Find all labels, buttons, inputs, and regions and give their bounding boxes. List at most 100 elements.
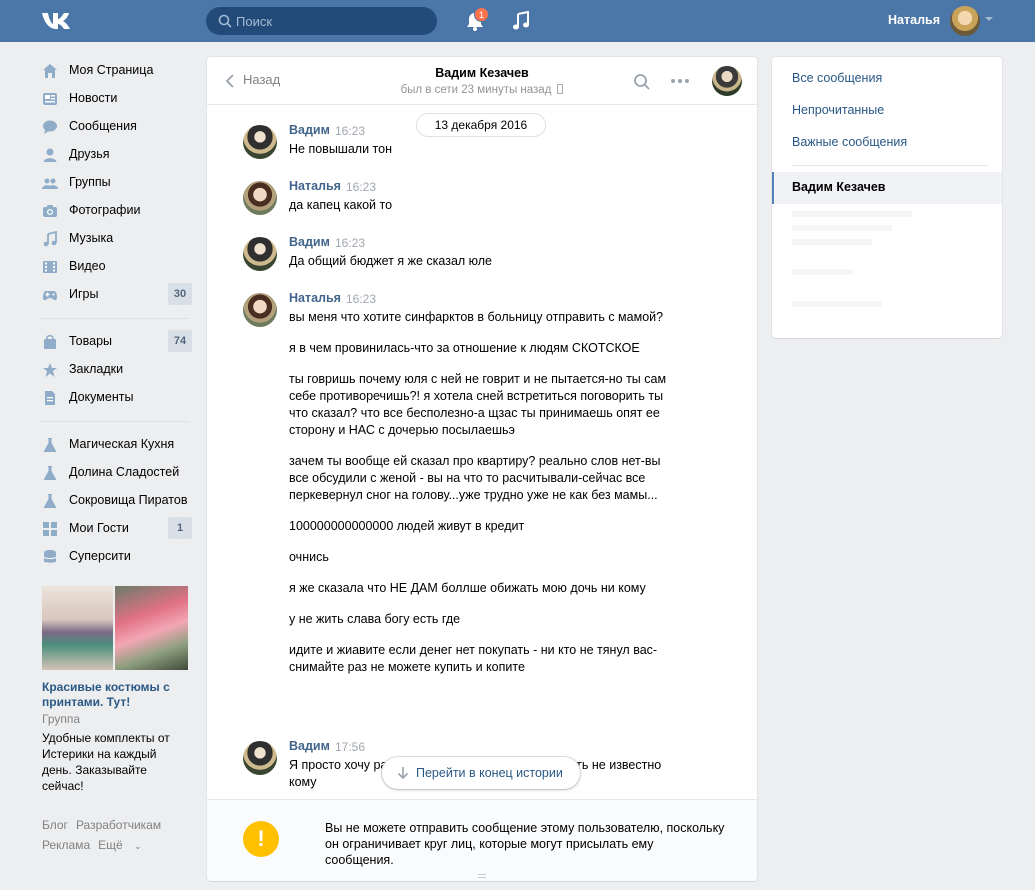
music-icon: [43, 231, 57, 247]
active-dialog-item[interactable]: Вадим Кезачев: [772, 172, 1002, 204]
footer-link-developers[interactable]: Разработчикам: [76, 818, 161, 832]
nav-item-app-magic-kitchen[interactable]: Магическая Кухня: [40, 430, 192, 458]
mobile-phone-icon: [557, 84, 564, 94]
ad-images[interactable]: [42, 586, 188, 670]
nav-item-bookmarks[interactable]: Закладки: [40, 355, 192, 383]
message-paragraph: зачем ты вообще ей сказал про квартиру? …: [289, 454, 661, 502]
peer-avatar[interactable]: [712, 66, 742, 96]
flask-icon: [43, 466, 57, 480]
message-paragraph: да капец какой то: [289, 198, 393, 212]
blocked-notice: Вы не можете отправить сообщение этому п…: [325, 821, 725, 867]
vk-logo-icon[interactable]: [40, 9, 76, 33]
nav-label: Группы: [69, 175, 111, 189]
nav-item-friends[interactable]: Друзья: [40, 140, 192, 168]
composer-blocked-area: ! Вы не можете отправить сообщение этому…: [207, 799, 757, 881]
message-history[interactable]: Вадим 16:23 Не повышали тон Наталья 16:2…: [207, 105, 757, 799]
nav-label: Товары: [69, 334, 112, 348]
footer-more-label: Ещё: [98, 838, 123, 852]
search-box[interactable]: [206, 7, 437, 35]
nav-item-news[interactable]: Новости: [40, 84, 192, 112]
nav-label: Долина Сладостей: [69, 465, 180, 479]
avatar[interactable]: [243, 293, 277, 327]
message-author[interactable]: Вадим: [289, 123, 330, 137]
message-time: 16:23: [346, 180, 377, 194]
notifications-badge: 1: [474, 7, 489, 22]
gamepad-icon: [42, 291, 58, 301]
home-icon: [43, 64, 57, 78]
avatar[interactable]: [243, 125, 277, 159]
nav-item-app-my-guests[interactable]: Мои Гости 1: [40, 514, 192, 542]
ad-title[interactable]: Красивые костюмы с принтами. Тут!: [42, 680, 188, 710]
nav-item-video[interactable]: Видео: [40, 252, 192, 280]
nav-item-app-pirate-treasures[interactable]: Сокровища Пиратов: [40, 486, 192, 514]
ad-block[interactable]: Красивые костюмы с принтами. Тут! Группа…: [42, 586, 188, 794]
warning-icon: !: [243, 821, 279, 857]
ad-description: Удобные комплекты от Истерики на каждый …: [42, 731, 170, 793]
placeholder-line: [792, 239, 872, 245]
nav-label: Сокровища Пиратов: [69, 493, 188, 507]
guests-count-badge: 1: [168, 517, 192, 539]
nav-label: Игры: [69, 287, 99, 301]
chevron-down-icon[interactable]: [985, 17, 993, 21]
nav-item-my-page[interactable]: Моя Страница: [40, 56, 192, 84]
jump-to-end-button[interactable]: Перейти в конец истории: [382, 757, 580, 789]
resize-handle[interactable]: [478, 874, 486, 878]
nav-divider: [40, 421, 190, 422]
message-text: Да общий бюджет я же сказал юле: [289, 253, 669, 284]
nav-item-photos[interactable]: Фотографии: [40, 196, 192, 224]
nav-label: Мои Гости: [69, 521, 129, 535]
peer-status: был в сети 23 минуты назад: [207, 84, 757, 96]
more-dots-icon[interactable]: [670, 78, 690, 84]
footer-link-more[interactable]: Ещё ⌄: [98, 838, 149, 852]
music-note-icon[interactable]: [511, 11, 531, 31]
top-header: 1 Наталья: [0, 0, 1035, 42]
peer-status-text: был в сети 23 минуты назад: [400, 84, 552, 96]
message-paragraph: Не повышали тон: [289, 142, 392, 156]
message-author[interactable]: Вадим: [289, 235, 330, 249]
ad-type: Группа: [42, 712, 81, 726]
footer-link-blog[interactable]: Блог: [42, 818, 68, 832]
camera-icon: [43, 205, 57, 217]
ad-image[interactable]: [42, 586, 113, 670]
bag-icon: [44, 334, 56, 349]
search-icon[interactable]: [633, 73, 651, 91]
message-paragraph: Да общий бюджет я же сказал юле: [289, 254, 493, 268]
user-name[interactable]: Наталья: [860, 13, 940, 27]
filter-important[interactable]: Важные сообщения: [792, 135, 907, 149]
message-text: вы меня что хотите синфарктов в больницу…: [289, 309, 669, 690]
user-avatar[interactable]: [950, 6, 980, 36]
filter-all-messages[interactable]: Все сообщения: [792, 71, 882, 85]
nav-item-documents[interactable]: Документы: [40, 383, 192, 411]
chat-panel: Назад Вадим Кезачев был в сети 23 минуты…: [207, 57, 757, 881]
footer-link-ads[interactable]: Реклама: [42, 838, 90, 852]
groups-icon: [42, 178, 58, 189]
avatar[interactable]: [243, 181, 277, 215]
news-icon: [43, 93, 57, 105]
nav-item-app-sweets-valley[interactable]: Долина Сладостей: [40, 458, 192, 486]
jump-label: Перейти в конец истории: [416, 766, 563, 780]
panel-divider: [792, 165, 988, 166]
footer-links: Блог Разработчикам Реклама Ещё ⌄: [42, 815, 192, 856]
nav-item-goods[interactable]: Товары 74: [40, 327, 192, 355]
message-time: 16:23: [335, 236, 366, 250]
nav-item-games[interactable]: Игры 30: [40, 280, 192, 308]
nav-divider: [40, 318, 190, 319]
flask-icon: [43, 494, 57, 508]
message-author[interactable]: Наталья: [289, 179, 341, 193]
nav-item-music[interactable]: Музыка: [40, 224, 192, 252]
message-author[interactable]: Наталья: [289, 291, 341, 305]
nav-item-app-supercity[interactable]: Суперсити: [40, 542, 192, 570]
search-input[interactable]: [236, 7, 431, 35]
filter-unread[interactable]: Непрочитанные: [792, 103, 884, 117]
message-author[interactable]: Вадим: [289, 739, 330, 753]
games-count-badge: 30: [168, 283, 192, 305]
avatar[interactable]: [243, 741, 277, 775]
ad-image[interactable]: [115, 586, 188, 670]
nav-label: Видео: [69, 259, 106, 273]
message-time: 17:56: [335, 740, 366, 754]
nav-label: Сообщения: [69, 119, 137, 133]
nav-item-groups[interactable]: Группы: [40, 168, 192, 196]
date-separator: 13 декабря 2016: [416, 113, 546, 137]
nav-item-messages[interactable]: Сообщения: [40, 112, 192, 140]
avatar[interactable]: [243, 237, 277, 271]
